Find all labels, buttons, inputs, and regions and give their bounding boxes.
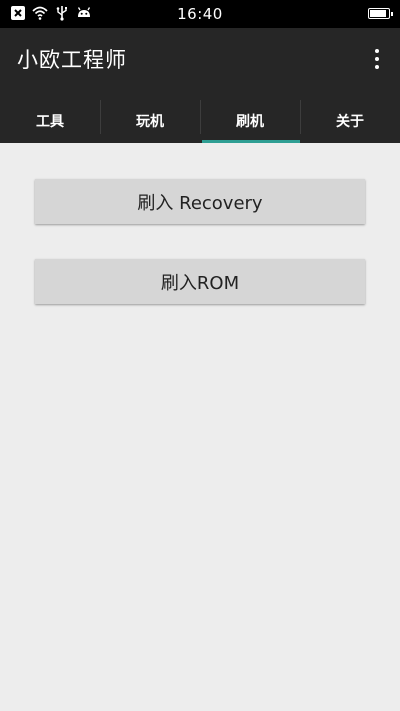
flash-page-content: 刷入 Recovery 刷入ROM: [0, 143, 400, 711]
app-title: 小欧工程师: [17, 48, 127, 72]
battery-icon: [368, 8, 393, 19]
status-time: 16:40: [177, 5, 223, 23]
tab-label: 关于: [336, 113, 364, 130]
menu-dot: [375, 57, 379, 61]
tab-label: 玩机: [136, 113, 164, 130]
flash-rom-button[interactable]: 刷入ROM: [35, 259, 365, 304]
status-bar: 16:40: [0, 0, 400, 28]
tab-about[interactable]: 关于: [300, 98, 400, 143]
tab-bar: 工具 玩机 刷机 关于: [0, 98, 400, 143]
flash-recovery-button[interactable]: 刷入 Recovery: [35, 179, 365, 224]
tab-flash[interactable]: 刷机: [200, 98, 300, 143]
tab-label: 刷机: [236, 113, 264, 130]
tab-play[interactable]: 玩机: [100, 98, 200, 143]
battery-level: [370, 10, 386, 17]
app-bar: 小欧工程师 工具 玩机 刷机 关于: [0, 28, 400, 143]
menu-dot: [375, 65, 379, 69]
tab-tools[interactable]: 工具: [0, 98, 100, 143]
tab-label: 工具: [36, 113, 64, 130]
menu-dot: [375, 49, 379, 53]
more-vert-icon[interactable]: [368, 46, 386, 72]
